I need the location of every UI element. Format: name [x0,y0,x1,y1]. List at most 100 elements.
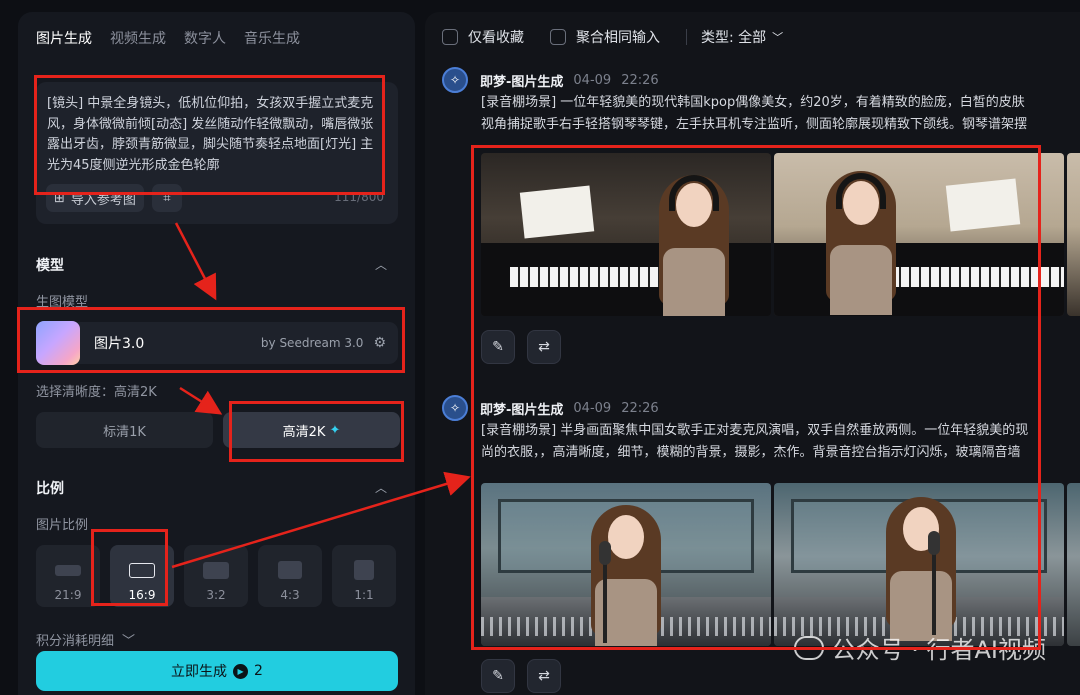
regenerate-button[interactable]: ⇄ [527,330,561,364]
favorites-checkbox[interactable] [442,29,458,45]
prompt-tools: ⊞ 导入参考图 ⌗ [46,184,182,212]
ratio-1-1[interactable]: 1:1 [332,545,396,607]
resolution-2k-button[interactable]: 高清2K ✦ [223,412,400,448]
entry-header: ✧ 即梦-图片生成 04-09 22:26 [442,395,659,421]
generated-image[interactable] [774,483,1064,646]
entry-date: 04-09 [573,72,612,88]
entry-desc-line: [录音棚场景] 一位年轻貌美的现代韩国kpop偶像美女，约20岁，有着精致的脸庞… [481,95,1025,110]
left-panel: 图片生成 视频生成 数字人 音乐生成 [镜头] 中景全身镜头，低机位仰拍，女孩双… [18,12,415,695]
entry-header: ✧ 即梦-图片生成 04-09 22:26 [442,67,659,93]
entry-description: [录音棚场景] 半身画面聚焦中国女歌手正对麦克风演唱，双手自然垂放两侧。一位年轻… [481,420,1080,464]
image-row [481,483,1080,646]
figure-body [663,248,725,316]
watermark-text: 公众号 · 行者AI视频 [831,636,1046,664]
chevron-down-icon: ﹀ [122,634,136,649]
results-panel: 仅看收藏 聚合相同输入 类型: 全部 ﹀ ✧ 即梦-图片生成 04-09 22:… [425,12,1080,695]
sparkle-icon: ✦ [329,422,341,438]
aggregate-checkbox[interactable] [550,29,566,45]
mic-stand [603,553,607,643]
watermark: 公众号 · 行者AI视频 [793,630,1046,665]
ratio-4-3-icon [278,561,302,579]
prompt-tool-button[interactable]: ⌗ [151,184,182,212]
generate-button[interactable]: 立即生成 ▶ 2 [36,651,398,691]
figure-face [608,515,644,559]
ratio-sub-label: 图片比例 [36,518,89,533]
generated-image[interactable] [481,153,771,316]
image-add-icon: ⊞ [54,190,65,206]
model-sub-label: 生图模型 [36,295,89,310]
cost-details-label: 积分消耗明细 [36,634,115,649]
aggregate-label: 聚合相同输入 [576,30,660,46]
ratio-16-9-label: 16:9 [128,588,156,602]
entry-actions: ✎ ⇄ [481,330,561,364]
ratio-4-3-label: 4:3 [280,588,300,602]
generate-label: 立即生成 [171,664,228,680]
avatar: ✧ [442,67,468,93]
tab-music-generation[interactable]: 音乐生成 [244,28,300,48]
image-row [481,153,1080,316]
model-selector[interactable]: 图片3.0 by Seedream 3.0 ⚙ [36,321,398,365]
prompt-box[interactable]: [镜头] 中景全身镜头，低机位仰拍，女孩双手握立式麦克风，身体微微前倾[动态] … [36,82,398,224]
entry-author: 即梦-图片生成 [480,402,564,418]
entry-date: 04-09 [573,400,612,416]
tab-video-generation[interactable]: 视频生成 [110,28,166,48]
generate-cost: 2 [254,663,263,679]
entry-time: 22:26 [621,72,659,88]
tab-image-generation[interactable]: 图片生成 [36,28,92,48]
mode-tabs: 图片生成 视频生成 数字人 音乐生成 [36,28,300,48]
ratio-3-2-label: 3:2 [206,588,226,602]
ratio-21-9-icon [55,565,81,576]
regenerate-button[interactable]: ⇄ [527,659,561,693]
entry-desc-line: [录音棚场景] 半身画面聚焦中国女歌手正对麦克风演唱，双手自然垂放两侧。一位年轻… [481,423,1029,438]
sliders-icon[interactable]: ⚙ [373,335,386,351]
entry-author: 即梦-图片生成 [480,74,564,90]
model-thumbnail [36,321,80,365]
model-section-title: 模型 [36,258,64,274]
chevron-up-icon[interactable]: ︿ [375,479,387,496]
edit-button[interactable]: ✎ [481,330,515,364]
import-reference-button[interactable]: ⊞ 导入参考图 [46,184,144,212]
ratio-16-9-icon [129,563,155,578]
generated-image-partial[interactable] [1067,483,1080,646]
chevron-up-icon[interactable]: ︿ [375,256,387,273]
microphone [599,541,611,565]
chevron-down-icon: ﹀ [772,31,784,44]
edit-button[interactable]: ✎ [481,659,515,693]
import-reference-label: 导入参考图 [70,192,136,208]
generated-image[interactable] [774,153,1064,316]
cost-details[interactable]: 积分消耗明细 ﹀ [36,630,135,649]
generated-image[interactable] [481,483,771,646]
pencil-icon: ✎ [492,339,504,355]
char-counter: 111/800 [334,190,384,204]
divider [686,29,687,45]
favorites-only-label: 仅看收藏 [468,30,524,46]
ratio-21-9[interactable]: 21:9 [36,545,100,607]
pencil-icon: ✎ [492,668,504,684]
wechat-icon [793,635,824,660]
ratio-16-9[interactable]: 16:9 [110,545,174,607]
credit-icon: ▶ [233,663,249,679]
repeat-icon: ⇄ [538,339,550,355]
entry-desc-line: 视角捕捉歌手右手轻搭钢琴琴键，左手扶耳机专注监听，侧面轮廓展现精致下颌线。钢琴谱… [481,117,1028,132]
ratio-1-1-icon [354,560,374,580]
resolution-options: 标清1K 高清2K ✦ [36,412,400,448]
generated-image-partial[interactable] [1067,153,1080,316]
mic-stand [932,545,936,635]
model-name: 图片3.0 [94,336,145,352]
resolution-1k-button[interactable]: 标清1K [36,412,213,448]
figure-body [830,245,892,315]
aggregate-filter[interactable]: 聚合相同输入 [550,27,660,47]
favorites-only-filter[interactable]: 仅看收藏 [442,27,524,47]
ratio-3-2-icon [203,562,229,579]
avatar: ✧ [442,395,468,421]
prompt-textarea[interactable]: [镜头] 中景全身镜头，低机位仰拍，女孩双手握立式麦克风，身体微微前倾[动态] … [47,94,385,172]
music-sheet [519,185,594,238]
microphone [928,531,940,555]
tab-digital-human[interactable]: 数字人 [184,28,226,48]
dreamina-logo-icon: ✧ [449,401,461,415]
ratio-4-3[interactable]: 4:3 [258,545,322,607]
text-format-icon: ⌗ [163,190,171,206]
entry-actions: ✎ ⇄ [481,659,561,693]
type-dropdown[interactable]: 类型: 全部 ﹀ [701,27,783,47]
ratio-3-2[interactable]: 3:2 [184,545,248,607]
